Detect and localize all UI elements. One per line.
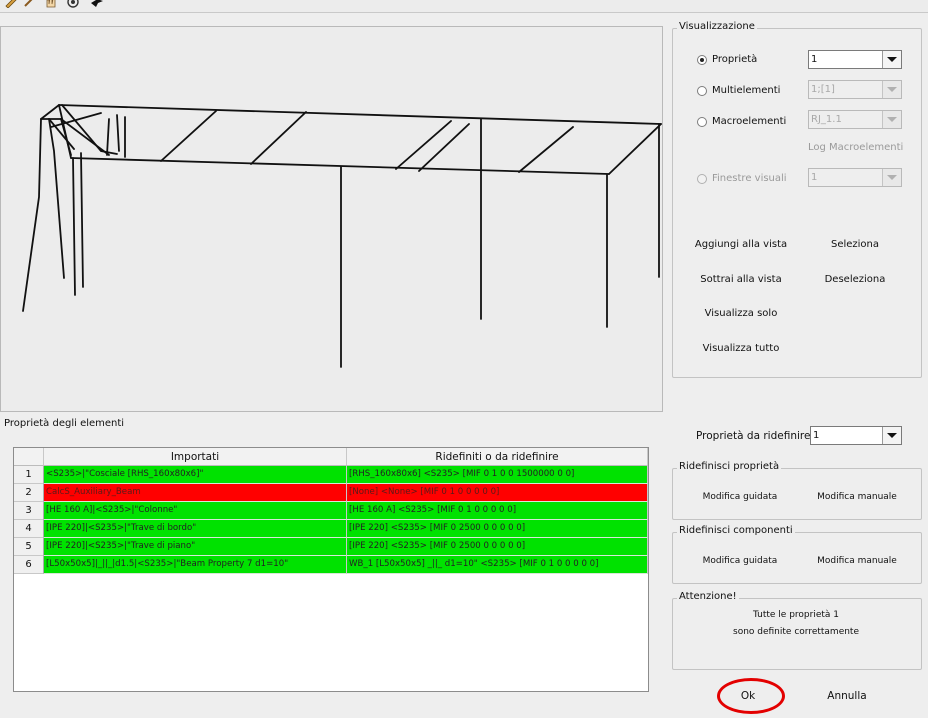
table-cell-redefined[interactable]: [IPE 220] <S235> [MIF 0 2500 0 0 0 0 0] xyxy=(347,538,648,556)
column-header-redefined[interactable]: Ridefiniti o da ridefinire xyxy=(347,448,648,466)
redefine-label: Proprietà da ridefinire xyxy=(696,430,811,442)
comp-manual-edit-button[interactable]: Modifica manuale xyxy=(808,556,906,566)
structure-wireframe xyxy=(22,104,662,368)
comp-guided-edit-button[interactable]: Modifica guidata xyxy=(692,556,788,566)
attention-title: Attenzione! xyxy=(677,591,739,602)
macroelements-combo-value: RJ_1.1 xyxy=(811,114,842,125)
row-number[interactable]: 3 xyxy=(14,502,44,520)
table-cell-imported[interactable]: [IPE 220]|<S235>|"Trave di piano" xyxy=(44,538,347,556)
hand-icon[interactable] xyxy=(44,0,58,8)
radio-visual-windows: Finestre visuali xyxy=(697,173,787,184)
attention-line-2: sono definite correttamente xyxy=(733,627,859,637)
chevron-down-icon xyxy=(882,169,901,186)
table-cell-imported[interactable]: <S235>|"Cosciale [RHS_160x80x6]" xyxy=(44,466,347,484)
visualization-title: Visualizzazione xyxy=(677,21,757,32)
select-button[interactable]: Seleziona xyxy=(812,239,898,250)
log-macroelements-button: Log Macroelementi xyxy=(808,142,904,153)
structure-viewport[interactable] xyxy=(0,26,663,412)
properties-section-title: Proprietà degli elementi xyxy=(4,418,125,429)
chevron-down-icon[interactable] xyxy=(882,51,901,68)
radio-macroelements[interactable]: Macroelementi xyxy=(697,116,786,127)
props-guided-edit-button[interactable]: Modifica guidata xyxy=(692,492,788,502)
radio-multielements-dot[interactable] xyxy=(697,85,707,96)
radio-visual-windows-dot xyxy=(697,173,707,184)
row-number[interactable]: 1 xyxy=(14,466,44,484)
table-cell-redefined[interactable]: WB_1 [L50x50x5] _||_ d1=10" <S235> [MIF … xyxy=(347,556,648,574)
column-header-imported[interactable]: Importati xyxy=(44,448,347,466)
chevron-down-icon[interactable] xyxy=(882,427,901,444)
deselect-button[interactable]: Deseleziona xyxy=(812,274,898,285)
radio-properties-dot[interactable] xyxy=(697,54,707,65)
show-only-button[interactable]: Visualizza solo xyxy=(686,308,796,319)
radio-multielements-label: Multielementi xyxy=(712,85,781,96)
subtract-from-view-button[interactable]: Sottrai alla vista xyxy=(686,274,796,285)
table-cell-imported[interactable]: CalcS_Auxiliary_Beam xyxy=(44,484,347,502)
visual-windows-combo: 1 xyxy=(808,168,902,187)
table-cell-imported[interactable]: [HE 160 A]|<S235>|"Colonne" xyxy=(44,502,347,520)
row-number[interactable]: 4 xyxy=(14,520,44,538)
redefine-properties-title: Ridefinisci proprietà xyxy=(677,461,782,472)
show-all-button[interactable]: Visualizza tutto xyxy=(686,343,796,354)
table-cell-redefined[interactable]: [RHS_160x80x6] <S235> [MIF 0 1 0 0 15000… xyxy=(347,466,648,484)
table-cell-imported[interactable]: [IPE 220]|<S235>|"Trave di bordo" xyxy=(44,520,347,538)
radio-properties-label: Proprietà xyxy=(712,54,758,65)
row-number[interactable]: 5 xyxy=(14,538,44,556)
properties-table[interactable]: Importati Ridefiniti o da ridefinire 1 <S… xyxy=(13,447,649,692)
radio-properties[interactable]: Proprietà xyxy=(697,54,757,65)
properties-combo-value: 1 xyxy=(811,54,818,65)
multielements-combo: 1;[1] xyxy=(808,80,902,99)
attention-line-1: Tutte le proprietà 1 xyxy=(753,610,839,620)
redefine-combo-value: 1 xyxy=(813,430,820,441)
pencil-icon[interactable] xyxy=(4,0,18,8)
radio-multielements[interactable]: Multielementi xyxy=(697,85,780,96)
macroelements-combo: RJ_1.1 xyxy=(808,110,902,129)
toolbar xyxy=(0,0,928,13)
orbit-icon[interactable] xyxy=(66,0,80,8)
cancel-button[interactable]: Annulla xyxy=(818,690,876,702)
chevron-down-icon xyxy=(882,81,901,98)
chevron-down-icon xyxy=(882,111,901,128)
ok-highlight-circle xyxy=(717,678,785,714)
radio-macroelements-dot[interactable] xyxy=(697,116,707,127)
properties-combo[interactable]: 1 xyxy=(808,50,902,69)
props-manual-edit-button[interactable]: Modifica manuale xyxy=(808,492,906,502)
table-cell-redefined[interactable]: [HE 160 A] <S235> [MIF 0 1 0 0 0 0 0] xyxy=(347,502,648,520)
redefine-combo[interactable]: 1 xyxy=(810,426,902,445)
row-number[interactable]: 2 xyxy=(14,484,44,502)
radio-visual-windows-label: Finestre visuali xyxy=(712,173,787,184)
table-cell-redefined[interactable]: [IPE 220] <S235> [MIF 0 2500 0 0 0 0 0] xyxy=(347,520,648,538)
row-number-header xyxy=(14,448,44,466)
visual-windows-combo-value: 1 xyxy=(811,172,818,183)
brush-icon[interactable] xyxy=(22,0,36,8)
radio-macroelements-label: Macroelementi xyxy=(712,116,787,127)
table-cell-redefined[interactable]: [None] <None> [MIF 0 1 0 0 0 0 0] xyxy=(347,484,648,502)
row-number[interactable]: 6 xyxy=(14,556,44,574)
redefine-components-title: Ridefinisci componenti xyxy=(677,525,795,536)
add-to-view-button[interactable]: Aggiungi alla vista xyxy=(686,239,796,250)
bird-icon[interactable] xyxy=(90,0,104,8)
table-cell-imported[interactable]: [L50x50x5]|_||_|d1.5|<S235>|"Beam Proper… xyxy=(44,556,347,574)
multielements-combo-value: 1;[1] xyxy=(811,84,835,95)
